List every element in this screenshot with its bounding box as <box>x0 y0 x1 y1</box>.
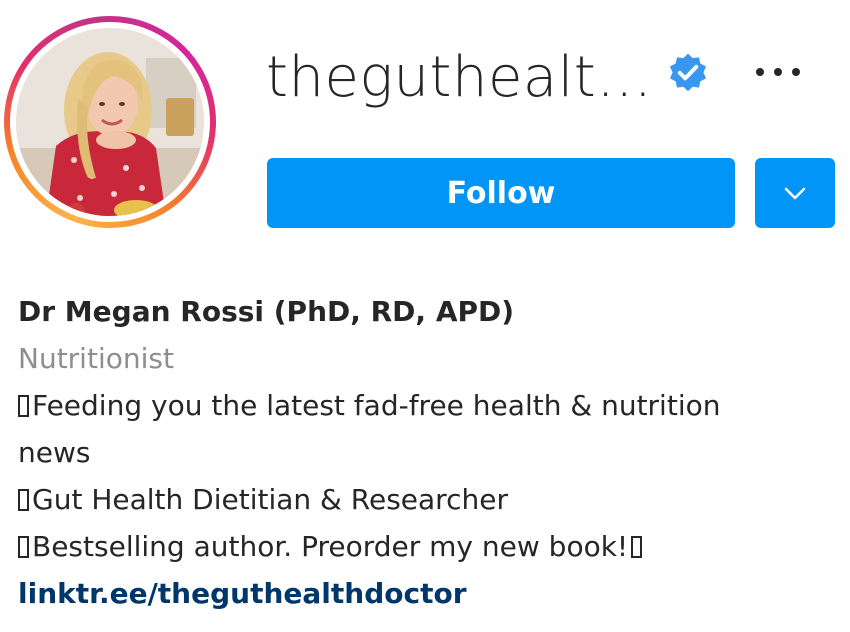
missing-emoji-glyph <box>631 536 643 558</box>
chevron-down-icon <box>784 187 806 200</box>
bio-line-4-text: Bestselling author. Preorder my new book… <box>32 530 629 563</box>
avatar-portrait-image <box>16 28 204 216</box>
avatar-photo <box>16 28 204 216</box>
profile-full-name: Dr Megan Rossi (PhD, RD, APD) <box>18 295 515 328</box>
bio-line-3: Gut Health Dietitian & Researcher <box>18 476 838 523</box>
suggested-accounts-button[interactable] <box>755 158 835 228</box>
missing-emoji-glyph <box>18 489 29 511</box>
follow-button[interactable]: Follow <box>267 158 735 228</box>
missing-emoji-glyph <box>18 536 29 558</box>
bio-line-2: news <box>18 436 91 469</box>
profile-bio: Dr Megan Rossi (PhD, RD, APD) Nutritioni… <box>18 288 838 617</box>
bio-line-1: Feeding you the latest fad-free health &… <box>18 382 838 429</box>
profile-username: theguthealt… <box>266 45 653 110</box>
verified-badge-icon <box>669 53 707 92</box>
profile-website-link[interactable]: linktr.ee/theguthealthdoctor <box>18 570 838 617</box>
bio-line-1-text: Feeding you the latest fad-free health &… <box>32 389 721 422</box>
profile-avatar[interactable] <box>4 16 216 228</box>
missing-emoji-glyph <box>18 395 29 417</box>
more-options-icon[interactable] <box>752 60 804 84</box>
bio-line-3-text: Gut Health Dietitian & Researcher <box>32 483 508 516</box>
profile-category: Nutritionist <box>18 342 174 375</box>
bio-line-4: Bestselling author. Preorder my new book… <box>18 523 838 570</box>
avatar-ring-gap <box>10 22 210 222</box>
